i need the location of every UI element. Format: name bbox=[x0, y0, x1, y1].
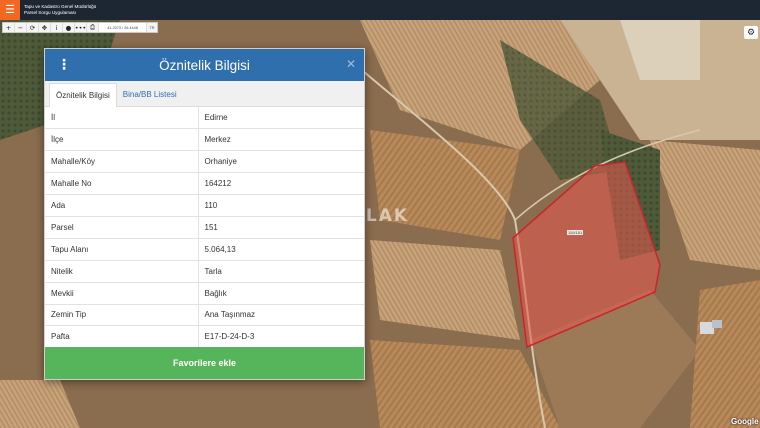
pin-icon[interactable]: ● bbox=[63, 23, 75, 32]
panel-tabs: Öznitelik Bilgisi Bina/BB Listesi bbox=[45, 81, 364, 107]
coordinate-readout: 41.2073 / 26.4448 bbox=[99, 23, 147, 32]
table-row: Nitelik Tarla bbox=[45, 260, 364, 283]
close-icon[interactable]: ✕ bbox=[346, 57, 356, 71]
attribute-table: İl Edirne İlçe Merkez Mahalle/Köy Orhaniye … bbox=[45, 107, 364, 349]
panel-header: ⋮ Öznitelik Bilgisi ✕ bbox=[45, 49, 364, 81]
row-value: Ana Taşınmaz bbox=[198, 304, 364, 327]
row-key: Zemin Tip bbox=[45, 304, 199, 327]
gear-icon[interactable]: ⚙ bbox=[744, 26, 758, 39]
row-key: Mevkii bbox=[45, 282, 199, 305]
app-name: Parsel Sorgu Uygulaması bbox=[24, 10, 77, 15]
row-value: Bağlık bbox=[198, 282, 364, 305]
table-row: Mahalle/Köy Orhaniye bbox=[45, 150, 364, 174]
print-icon[interactable]: ⎙ bbox=[87, 23, 99, 32]
hamburger-icon[interactable]: ☰ bbox=[0, 0, 20, 20]
parcel-label: 110/151 bbox=[567, 230, 584, 235]
row-key: Tapu Alanı bbox=[45, 238, 199, 261]
panel-title: Öznitelik Bilgisi bbox=[159, 57, 250, 73]
info-icon[interactable]: i bbox=[51, 23, 63, 32]
row-value: Tarla bbox=[198, 260, 364, 283]
table-row: Zemin Tip Ana Taşınmaz bbox=[45, 304, 364, 327]
row-value: 5.064,13 bbox=[198, 238, 364, 261]
move-icon[interactable]: ✥ bbox=[39, 23, 51, 32]
app-header: ☰ Tapu ve Kadastro Genel Müdürlüğü Parse… bbox=[0, 0, 760, 20]
zoom-out-button[interactable]: − bbox=[15, 23, 27, 32]
app-brand: Tapu ve Kadastro Genel Müdürlüğü Parsel … bbox=[24, 4, 96, 16]
refresh-icon[interactable]: ⟳ bbox=[27, 23, 39, 32]
add-favorite-button[interactable]: Favorilere ekle bbox=[45, 347, 364, 379]
tab-attribute-info[interactable]: Öznitelik Bilgisi bbox=[49, 83, 117, 107]
row-value: Orhaniye bbox=[198, 150, 364, 174]
row-key: Nitelik bbox=[45, 260, 199, 283]
google-logo: Google bbox=[731, 417, 759, 426]
table-row: Tapu Alanı 5.064,13 bbox=[45, 238, 364, 261]
row-value: 110 bbox=[198, 194, 364, 217]
row-value: Edirne bbox=[198, 107, 364, 130]
table-row: İl Edirne bbox=[45, 107, 364, 130]
kebab-menu-icon[interactable]: ⋮ bbox=[57, 57, 71, 73]
more-icon[interactable]: ••• bbox=[75, 23, 87, 32]
table-row: Mahalle No 164212 bbox=[45, 172, 364, 196]
attribute-panel: ⋮ Öznitelik Bilgisi ✕ Öznitelik Bilgisi … bbox=[44, 48, 365, 380]
row-key: Parsel bbox=[45, 216, 199, 239]
table-row: Parsel 151 bbox=[45, 216, 364, 239]
row-value: 164212 bbox=[198, 172, 364, 196]
map-toolbar: + − ⟳ ✥ i ● ••• ⎙ 41.2073 / 26.4448 TR bbox=[2, 22, 158, 33]
row-key: İlçe bbox=[45, 128, 199, 152]
table-row: Mevkii Bağlık bbox=[45, 282, 364, 305]
map-layer-button[interactable]: TR bbox=[147, 23, 157, 32]
tab-building-list[interactable]: Bina/BB Listesi bbox=[117, 83, 183, 106]
table-row: Pafta E17-D-24-D-3 bbox=[45, 325, 364, 349]
zoom-in-button[interactable]: + bbox=[3, 23, 15, 32]
row-key: İl bbox=[45, 107, 199, 130]
row-value: Merkez bbox=[198, 128, 364, 152]
row-key: Mahalle No bbox=[45, 172, 199, 196]
row-value: 151 bbox=[198, 216, 364, 239]
row-key: Pafta bbox=[45, 325, 199, 349]
table-row: Ada 110 bbox=[45, 194, 364, 217]
row-value: E17-D-24-D-3 bbox=[198, 325, 364, 349]
row-key: Mahalle/Köy bbox=[45, 150, 199, 174]
table-row: İlçe Merkez bbox=[45, 128, 364, 152]
row-key: Ada bbox=[45, 194, 199, 217]
